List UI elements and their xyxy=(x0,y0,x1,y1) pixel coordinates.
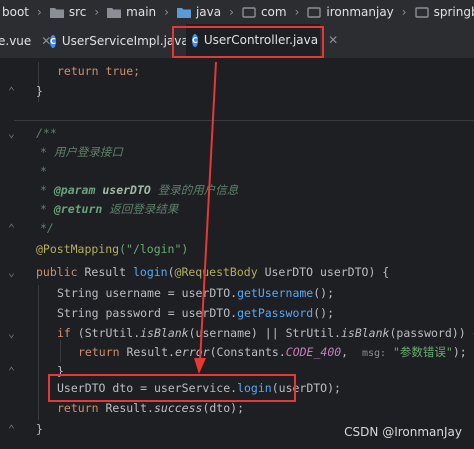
annotation-arrow xyxy=(194,61,217,374)
watermark: CSDN @IronmanJay xyxy=(344,425,462,439)
